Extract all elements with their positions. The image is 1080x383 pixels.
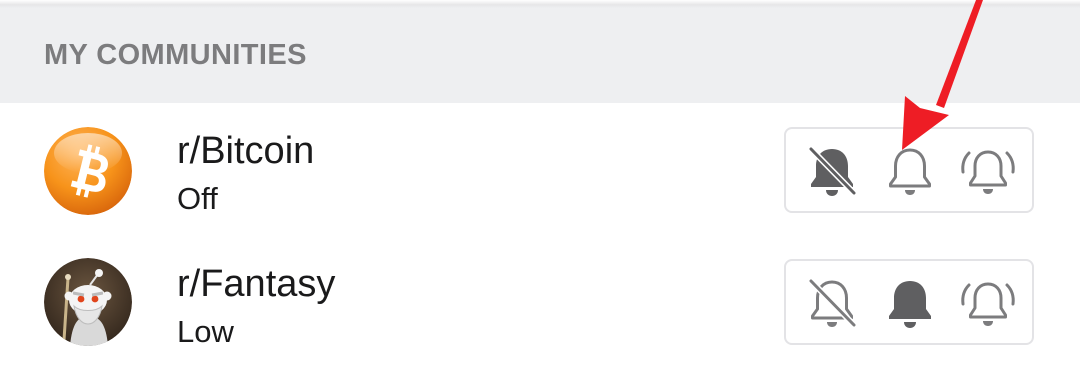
bell-off-filled-icon (808, 146, 857, 196)
notification-options (784, 259, 1034, 345)
bell-off-outline-icon (808, 278, 857, 328)
bell-ringing-icon (961, 150, 1015, 194)
bell-frequent-button[interactable] (958, 275, 1018, 333)
top-divider-shadow (0, 0, 1080, 8)
bell-frequent-button[interactable] (958, 143, 1018, 201)
fantasy-wizard-snoo-icon (44, 258, 132, 346)
bell-low-button[interactable] (880, 275, 940, 333)
community-name[interactable]: r/Fantasy (177, 263, 335, 306)
section-title: MY COMMUNITIES (44, 39, 307, 71)
bell-off-button[interactable] (802, 275, 862, 333)
bitcoin-logo-icon (44, 127, 132, 215)
bell-off-button[interactable] (802, 143, 862, 201)
bell-outline-icon (889, 148, 931, 195)
community-name[interactable]: r/Bitcoin (177, 130, 314, 173)
communities-section-header: MY COMMUNITIES (0, 8, 1080, 103)
notification-options (784, 127, 1034, 213)
notification-level-label: Off (177, 181, 218, 216)
community-row-fantasy: r/Fantasy Low (0, 236, 1080, 366)
notification-level-label: Low (177, 314, 234, 349)
community-row-bitcoin: r/Bitcoin Off (0, 103, 1080, 233)
bell-ringing-icon (961, 282, 1015, 326)
bell-filled-icon (889, 281, 931, 328)
bell-low-button[interactable] (880, 143, 940, 201)
